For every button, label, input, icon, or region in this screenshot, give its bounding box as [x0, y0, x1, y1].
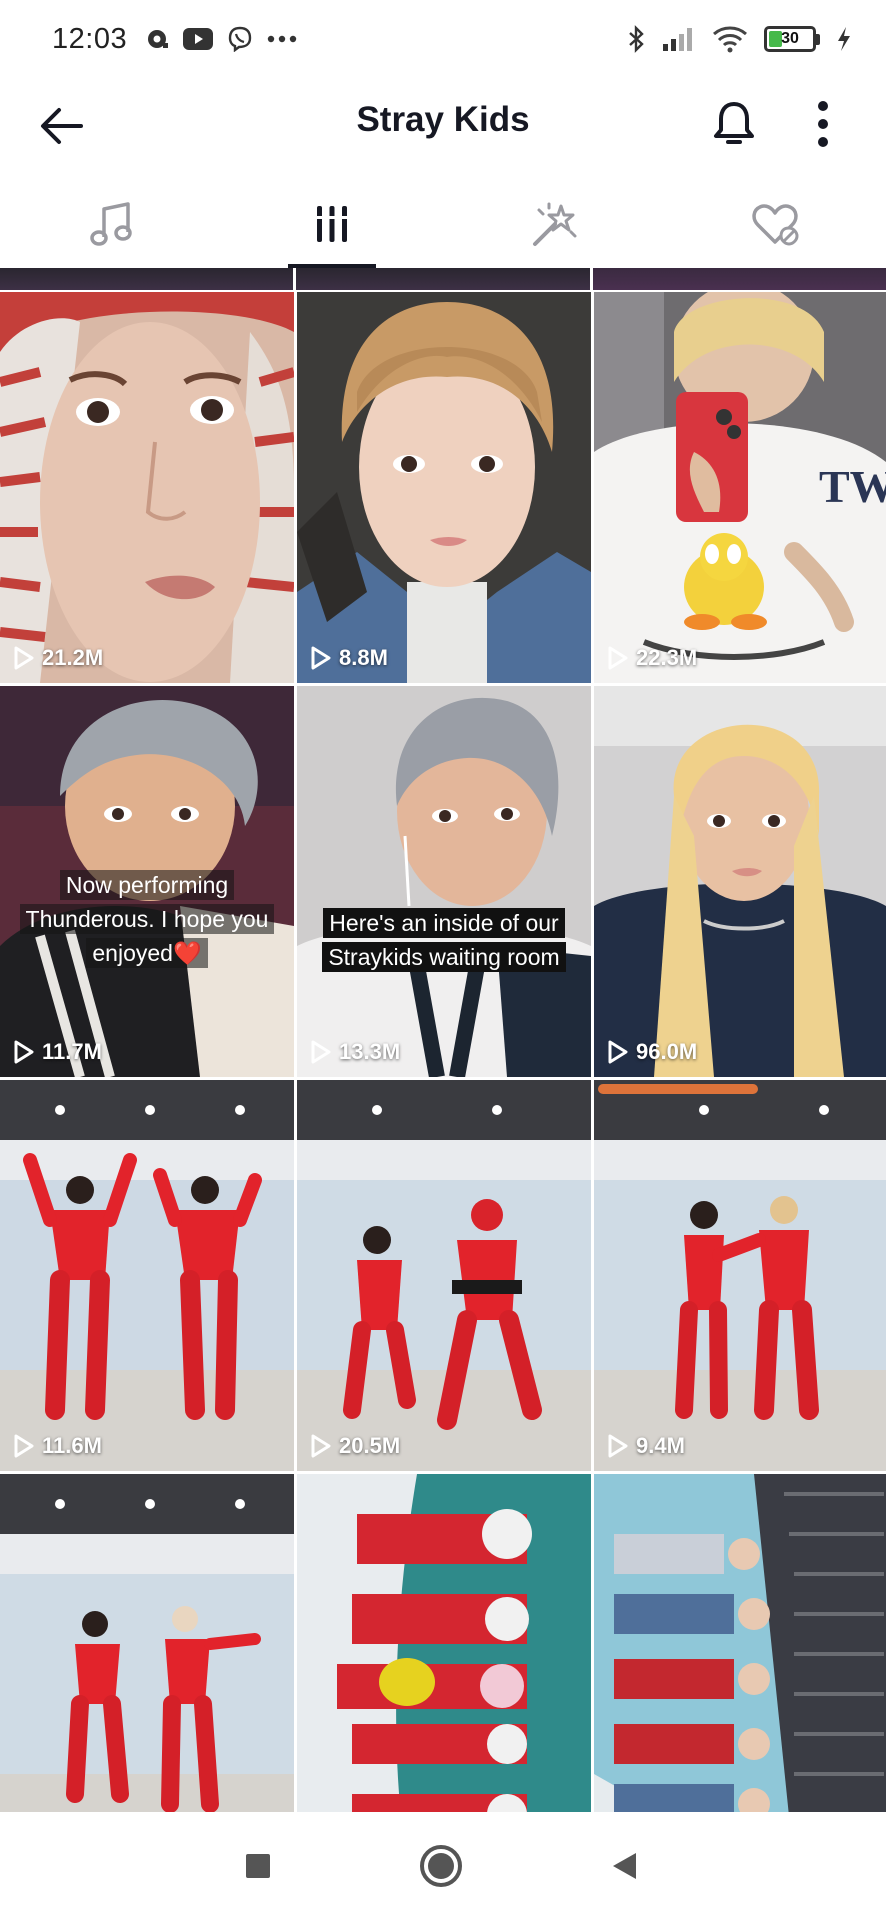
play-icon — [14, 1434, 34, 1458]
tab-liked[interactable] — [665, 180, 886, 268]
circle-icon — [420, 1845, 462, 1887]
tab-music[interactable] — [0, 180, 222, 268]
view-count-text: 11.6M — [42, 1433, 102, 1458]
video-thumbnail — [594, 1080, 886, 1471]
video-caption: Now performing Thunderous. I hope you en… — [0, 868, 294, 970]
view-count: 11.6M — [14, 1433, 102, 1459]
video-caption-text: Now performing Thunderous. I hope you en… — [19, 870, 275, 968]
more-dots-icon — [267, 35, 297, 43]
recent-apps-button[interactable] — [238, 1846, 278, 1886]
view-count: 9.4M — [608, 1433, 685, 1459]
youtube-icon — [183, 28, 214, 50]
status-time: 12:03 — [52, 22, 128, 55]
video-thumbnail — [594, 686, 886, 1077]
more-options-button[interactable] — [800, 94, 846, 154]
more-vertical-icon — [818, 101, 828, 147]
view-count: 22.3M — [608, 645, 697, 671]
battery-level: 30 — [781, 30, 799, 47]
video-grid: 21.2M 8.8M TW 22.3M Now performing Thund… — [0, 292, 886, 1812]
wifi-icon — [713, 26, 747, 53]
view-count-text: 20.5M — [339, 1433, 401, 1458]
video-thumbnail — [297, 1474, 591, 1812]
play-icon — [311, 1040, 331, 1064]
view-count-text: 96.0M — [636, 1039, 698, 1064]
video-thumbnail — [0, 292, 294, 683]
video-tile[interactable]: Here's an inside of our Straykids waitin… — [297, 686, 591, 1077]
video-tile[interactable] — [0, 1474, 294, 1812]
header: Stray Kids — [0, 78, 886, 174]
video-thumbnail: TW — [594, 292, 886, 683]
play-icon — [311, 1434, 331, 1458]
magic-wand-icon — [532, 202, 577, 246]
video-tile[interactable]: 20.5M — [297, 1080, 591, 1471]
video-caption: Here's an inside of our Straykids waitin… — [297, 906, 591, 974]
heart-icon — [752, 204, 799, 246]
square-icon — [246, 1854, 270, 1878]
system-navigation-bar — [0, 1812, 886, 1920]
home-button[interactable] — [418, 1843, 464, 1889]
play-icon — [608, 1434, 628, 1458]
view-count: 20.5M — [311, 1433, 400, 1459]
video-tile[interactable]: 8.8M — [297, 292, 591, 683]
view-count: 8.8M — [311, 645, 388, 671]
tab-effects[interactable] — [443, 180, 665, 268]
status-right-icons: 30 — [626, 25, 852, 53]
grid-icon — [314, 206, 351, 242]
notification-bell-button[interactable] — [706, 94, 762, 154]
video-tile[interactable]: 21.2M — [0, 292, 294, 683]
view-count-text: 11.7M — [42, 1039, 102, 1064]
tab-bar — [0, 180, 886, 268]
view-count-text: 22.3M — [636, 645, 698, 670]
video-caption-text: Here's an inside of our Straykids waitin… — [322, 908, 566, 972]
status-bar: 12:03 30 — [0, 0, 886, 78]
view-count-text: 21.2M — [42, 645, 104, 670]
video-thumbnail — [594, 1474, 886, 1812]
video-tile[interactable] — [297, 1474, 591, 1812]
triangle-back-icon — [613, 1853, 636, 1879]
view-count-text: 9.4M — [636, 1433, 685, 1458]
video-tile[interactable]: 96.0M — [594, 686, 886, 1077]
play-icon — [14, 1040, 34, 1064]
tab-videos[interactable] — [222, 180, 444, 268]
play-icon — [311, 646, 331, 670]
video-grid-area: 21.2M 8.8M TW 22.3M Now performing Thund… — [0, 268, 886, 1812]
view-count: 21.2M — [14, 645, 103, 671]
view-count: 13.3M — [311, 1039, 400, 1065]
bluetooth-icon — [629, 25, 644, 53]
video-thumbnail — [297, 292, 591, 683]
bell-icon — [714, 102, 754, 144]
notification-icon — [148, 30, 169, 48]
view-count-text: 8.8M — [339, 645, 388, 670]
video-thumbnail — [0, 1080, 294, 1471]
video-tile[interactable]: TW 22.3M — [594, 292, 886, 683]
status-left-icons — [145, 26, 297, 52]
view-count: 96.0M — [608, 1039, 697, 1065]
video-tile[interactable]: 11.6M — [0, 1080, 294, 1471]
video-thumbnail — [297, 686, 591, 1077]
play-icon — [608, 1040, 628, 1064]
back-nav-button[interactable] — [604, 1846, 644, 1886]
play-icon — [608, 646, 628, 670]
previous-row-peek — [0, 268, 886, 290]
viber-icon — [228, 26, 252, 52]
battery-icon: 30 — [764, 26, 820, 52]
video-thumbnail — [297, 1080, 591, 1471]
video-thumbnail — [0, 1474, 294, 1812]
video-tile[interactable]: Now performing Thunderous. I hope you en… — [0, 686, 294, 1077]
orange-highlight-mark — [598, 1084, 758, 1094]
video-tile[interactable]: 9.4M — [594, 1080, 886, 1471]
music-note-icon — [90, 202, 132, 246]
video-tile[interactable] — [594, 1474, 886, 1812]
play-icon — [14, 646, 34, 670]
view-count-text: 13.3M — [339, 1039, 401, 1064]
signal-icon — [663, 28, 692, 51]
view-count: 11.7M — [14, 1039, 102, 1065]
charging-icon — [838, 27, 850, 51]
svg-text:TW: TW — [819, 461, 886, 512]
